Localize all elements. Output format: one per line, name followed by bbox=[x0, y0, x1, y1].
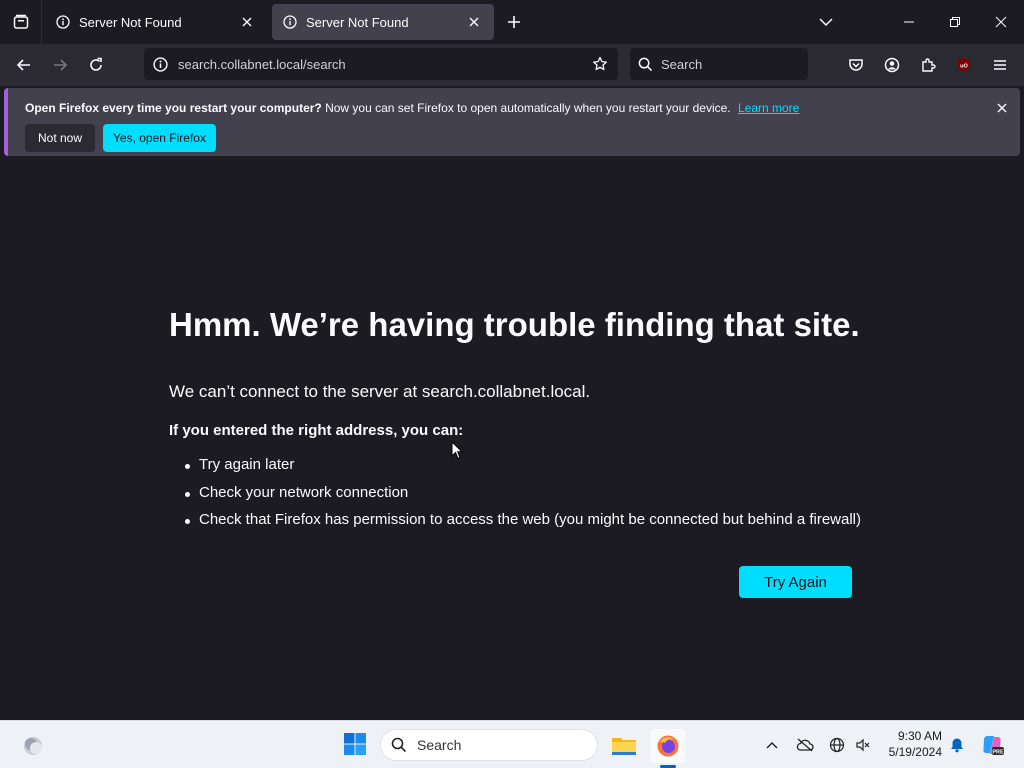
list-item: Try again later bbox=[184, 456, 861, 484]
speaker-muted-icon bbox=[856, 738, 870, 752]
back-arrow-icon bbox=[16, 59, 30, 71]
weather-icon bbox=[24, 737, 42, 755]
error-page: Hmm. We’re having trouble finding that s… bbox=[0, 160, 1024, 720]
forward-arrow-icon bbox=[54, 59, 68, 71]
firefox-taskbar-button[interactable] bbox=[651, 729, 685, 763]
start-button[interactable] bbox=[343, 732, 369, 758]
bell-icon bbox=[951, 738, 963, 753]
reload-button[interactable] bbox=[81, 50, 111, 80]
show-hidden-icons-button[interactable] bbox=[762, 735, 782, 755]
learn-more-link[interactable]: Learn more bbox=[738, 101, 799, 115]
site-info-icon[interactable] bbox=[152, 56, 168, 72]
notification-message: Open Firefox every time you restart your… bbox=[25, 101, 799, 115]
clock-date: 5/19/2024 bbox=[888, 745, 942, 759]
firefox-icon bbox=[657, 735, 679, 757]
chevron-up-icon bbox=[766, 742, 778, 749]
menu-button[interactable] bbox=[987, 52, 1013, 78]
folder-icon bbox=[612, 738, 636, 755]
search-bar[interactable]: Search bbox=[630, 48, 808, 80]
yes-open-firefox-button[interactable]: Yes, open Firefox bbox=[103, 124, 216, 152]
search-icon bbox=[638, 57, 653, 71]
mouse-cursor-icon bbox=[451, 441, 463, 460]
close-tab-icon[interactable] bbox=[464, 12, 484, 32]
new-tab-button[interactable] bbox=[502, 10, 526, 34]
reload-icon bbox=[90, 57, 102, 71]
tab-active[interactable]: Server Not Found bbox=[272, 4, 494, 40]
pocket-button[interactable] bbox=[843, 52, 869, 78]
file-explorer-button[interactable] bbox=[607, 729, 641, 763]
tab-title: Server Not Found bbox=[79, 14, 182, 30]
error-title: Hmm. We’re having trouble finding that s… bbox=[169, 306, 860, 343]
bookmark-star-icon[interactable] bbox=[590, 54, 610, 74]
hamburger-menu-icon bbox=[994, 60, 1006, 70]
try-again-button[interactable]: Try Again bbox=[739, 566, 852, 598]
close-notification-icon[interactable] bbox=[992, 98, 1012, 118]
url-bar[interactable]: search.collabnet.local/search bbox=[144, 48, 618, 80]
pocket-icon bbox=[849, 59, 863, 71]
windows-logo-icon bbox=[344, 733, 366, 755]
puzzle-icon bbox=[922, 58, 936, 72]
close-icon bbox=[995, 16, 1007, 28]
chevron-down-icon bbox=[819, 18, 833, 27]
tab[interactable]: Server Not Found bbox=[45, 4, 267, 40]
network-button[interactable] bbox=[827, 735, 847, 755]
notification-bar: Open Firefox every time you restart your… bbox=[4, 88, 1020, 156]
not-now-button[interactable]: Not now bbox=[25, 124, 95, 152]
notifications-button[interactable] bbox=[947, 735, 967, 755]
close-tab-icon[interactable] bbox=[237, 12, 257, 32]
clock-time: 9:30 AM bbox=[897, 729, 942, 743]
onedrive-button[interactable] bbox=[795, 735, 815, 755]
forward-button[interactable] bbox=[45, 50, 75, 80]
back-button[interactable] bbox=[9, 50, 39, 80]
minimize-icon bbox=[904, 21, 914, 23]
globe-icon bbox=[829, 737, 845, 753]
account-button[interactable] bbox=[879, 52, 905, 78]
error-description: We can’t connect to the server at search… bbox=[169, 382, 591, 401]
tab-title: Server Not Found bbox=[306, 14, 409, 30]
extensions-button[interactable] bbox=[915, 52, 941, 78]
taskbar-search[interactable]: Search bbox=[380, 729, 598, 761]
notification-bold-text: Open Firefox every time you restart your… bbox=[25, 101, 322, 115]
system-clock[interactable]: 9:30 AM 5/19/2024 bbox=[878, 728, 942, 760]
copilot-icon: PRE bbox=[983, 736, 1004, 756]
restore-button[interactable] bbox=[932, 0, 978, 44]
search-placeholder: Search bbox=[661, 56, 703, 72]
weather-widget[interactable] bbox=[20, 733, 46, 759]
ublock-icon: uO bbox=[958, 58, 970, 72]
firefox-view-button[interactable] bbox=[0, 0, 42, 44]
notification-text: Now you can set Firefox to open automati… bbox=[325, 101, 731, 115]
ublock-button[interactable]: uO bbox=[951, 52, 977, 78]
cloud-offline-icon bbox=[796, 738, 814, 752]
taskbar-search-placeholder: Search bbox=[417, 737, 462, 753]
list-item: Check that Firefox has permission to acc… bbox=[184, 511, 861, 539]
url-text[interactable]: search.collabnet.local/search bbox=[178, 57, 590, 72]
taskbar: Search 9:30 AM 5/19/2024 PRE bbox=[0, 720, 1024, 768]
svg-text:PRE: PRE bbox=[992, 750, 1004, 756]
list-all-tabs-button[interactable] bbox=[814, 10, 838, 34]
firefox-view-icon bbox=[13, 14, 28, 29]
volume-button[interactable] bbox=[853, 735, 873, 755]
close-window-button[interactable] bbox=[978, 0, 1024, 44]
svg-text:uO: uO bbox=[960, 64, 968, 70]
info-icon bbox=[282, 14, 298, 30]
copilot-button[interactable]: PRE bbox=[980, 733, 1004, 757]
restore-icon bbox=[950, 17, 960, 27]
minimize-button[interactable] bbox=[886, 0, 932, 44]
account-icon bbox=[884, 57, 900, 73]
info-icon bbox=[55, 14, 71, 30]
plus-icon bbox=[508, 16, 520, 28]
search-icon bbox=[391, 737, 407, 753]
list-item: Check your network connection bbox=[184, 484, 861, 512]
tab-strip: Server Not Found Server Not Found bbox=[0, 0, 1024, 44]
navigation-toolbar: search.collabnet.local/search Search uO bbox=[0, 44, 1024, 86]
suggestion-list: Try again later Check your network conne… bbox=[184, 456, 861, 539]
error-subheading: If you entered the right address, you ca… bbox=[169, 422, 464, 439]
